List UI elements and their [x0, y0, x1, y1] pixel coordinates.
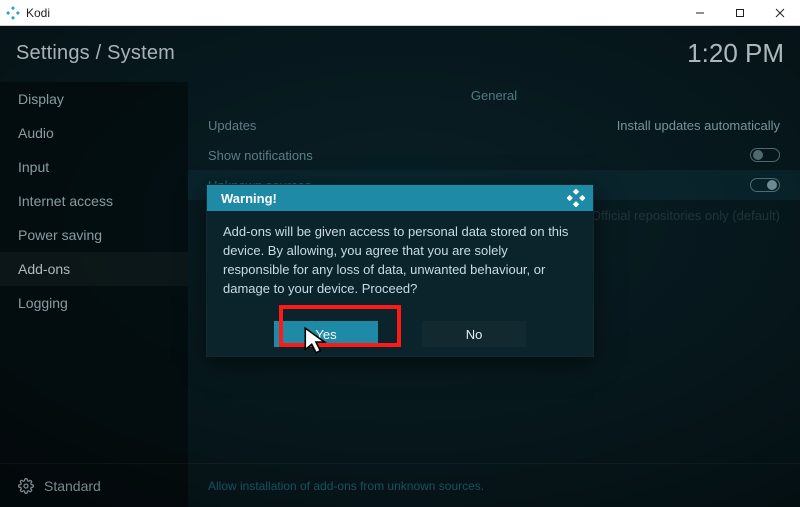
window-controls: [680, 0, 800, 26]
dialog-body: Add-ons will be given access to personal…: [207, 211, 593, 312]
app-surface: Settings / System 1:20 PM Display Audio …: [0, 26, 800, 507]
button-label: Yes: [315, 327, 336, 342]
window-maximize-button[interactable]: [720, 0, 760, 26]
dialog-buttons: Yes No: [207, 312, 593, 356]
button-label: No: [466, 327, 483, 342]
window-minimize-button[interactable]: [680, 0, 720, 26]
dialog-no-button[interactable]: No: [422, 321, 526, 347]
window-title: Kodi: [26, 6, 50, 20]
titlebar-left: Kodi: [0, 6, 50, 20]
dialog-title: Warning!: [221, 191, 277, 206]
window-titlebar: Kodi: [0, 0, 800, 26]
kodi-app-icon: [6, 6, 20, 20]
warning-dialog: Warning! Add-ons will be given access to…: [206, 184, 594, 357]
dialog-yes-button[interactable]: Yes: [274, 321, 378, 347]
window-close-button[interactable]: [760, 0, 800, 26]
dialog-header: Warning!: [207, 185, 593, 211]
kodi-logo-icon: [567, 189, 585, 207]
